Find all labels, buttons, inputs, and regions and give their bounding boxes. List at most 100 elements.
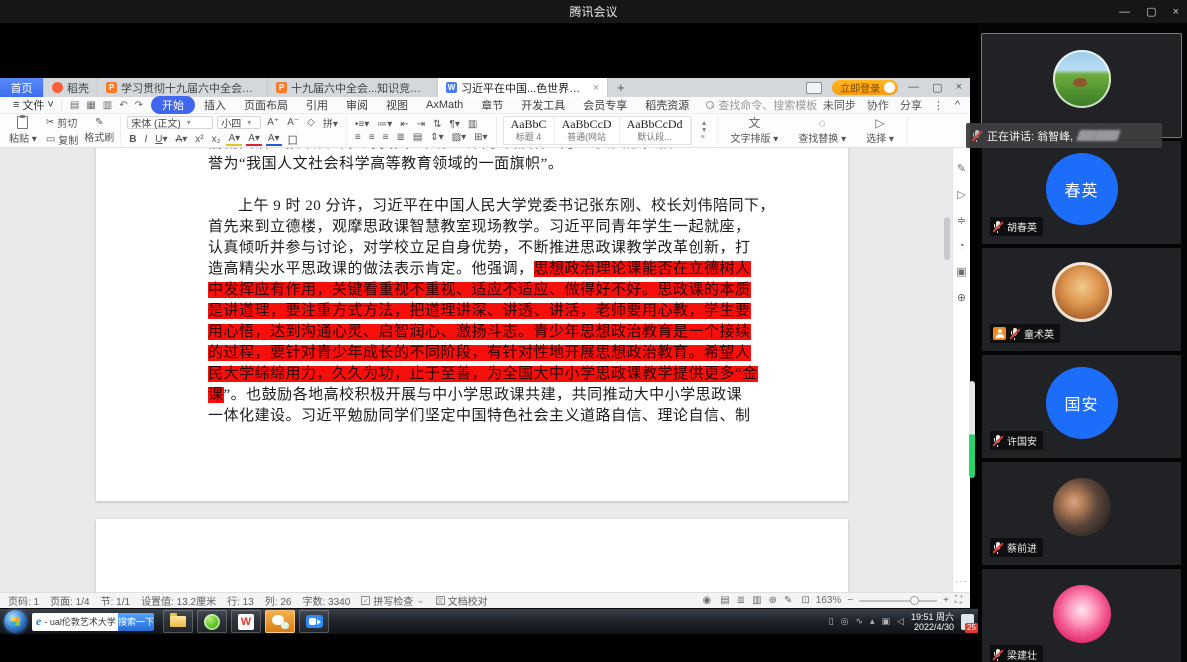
redo-icon[interactable]: ↷ xyxy=(135,100,143,111)
preview-icon[interactable]: ▥ xyxy=(103,100,112,111)
spell-check-button[interactable]: ✓ 拼写检查⌄ xyxy=(361,593,424,608)
ribbon-tab-开发工具[interactable]: 开发工具 xyxy=(512,96,574,114)
browser-360-taskbar-item[interactable] xyxy=(197,610,227,633)
topbar-action[interactable]: 未同步 xyxy=(823,97,856,113)
shading-button[interactable]: ▨▾ xyxy=(450,132,468,143)
status-segment[interactable]: 列: 26 xyxy=(265,593,292,608)
grow-font-button[interactable]: A⁺ xyxy=(265,117,281,128)
new-tab-button[interactable]: + xyxy=(608,78,634,97)
status-segment[interactable]: 页码: 1 xyxy=(8,593,39,608)
document-tab[interactable]: 稻壳 xyxy=(44,78,98,97)
font-name-select[interactable]: 宋体 (正文)▾ xyxy=(127,116,213,129)
select-button[interactable]: ▷选择 ▾ xyxy=(859,117,901,145)
paste-button[interactable]: 粘贴 ▾ xyxy=(6,116,40,145)
format-painter-button[interactable]: ✎ 格式刷 xyxy=(84,117,114,144)
print-icon[interactable]: ▦ xyxy=(86,100,95,111)
zoom-in-button[interactable]: + xyxy=(943,595,949,606)
font-color-button[interactable]: A▾ xyxy=(246,133,262,146)
more-tools-icon[interactable]: ··· xyxy=(956,576,968,586)
proofread-button[interactable]: 文 文档校对 xyxy=(436,593,488,608)
ribbon-tab-AxMath[interactable]: AxMath xyxy=(417,98,472,112)
status-segment[interactable]: 设置值: 13.2厘米 xyxy=(141,593,216,608)
enclose-char-button[interactable]: 囗 xyxy=(286,132,300,147)
web-tool-icon[interactable]: ⊕ xyxy=(957,291,966,304)
fullscreen-icon[interactable]: ⛶ xyxy=(955,595,962,606)
ribbon-tab-视图[interactable]: 视图 xyxy=(377,96,417,114)
superscript-button[interactable]: x² xyxy=(193,134,205,145)
page-view-icon[interactable]: ▤ xyxy=(720,595,729,606)
sort-button[interactable]: ⇅ xyxy=(431,119,443,130)
status-segment[interactable]: 页面: 1/4 xyxy=(50,593,89,608)
history-icon[interactable]: ◔ xyxy=(958,240,965,252)
volume-icon[interactable]: ◁ xyxy=(897,616,904,627)
save-icon[interactable]: ▤ xyxy=(70,100,79,111)
zoom-slider[interactable] xyxy=(859,600,937,602)
document-tab[interactable]: 首页 xyxy=(0,78,44,97)
notification-icon[interactable]: 25 xyxy=(961,614,974,630)
maximize-button[interactable]: ▢ xyxy=(1146,5,1156,18)
ribbon-tab-会员专享[interactable]: 会员专享 xyxy=(574,96,636,114)
distribute-button[interactable]: ▤ xyxy=(411,132,424,143)
document-tab[interactable]: W习近平在中国...色世界一流大× xyxy=(438,78,608,97)
ribbon-tab-引用[interactable]: 引用 xyxy=(297,96,337,114)
participant-tile[interactable]: 蔡前进 xyxy=(982,462,1181,565)
wps-close-button[interactable]: × xyxy=(956,81,962,94)
font-size-select[interactable]: 小四▾ xyxy=(217,116,261,129)
ribbon-tab-开始[interactable]: 开始 xyxy=(151,96,195,114)
copy-button[interactable]: ▭ 复制 xyxy=(46,132,78,147)
explorer-taskbar-item[interactable] xyxy=(163,610,193,633)
ink-view-icon[interactable]: ✎ xyxy=(784,595,792,606)
participant-tile[interactable]: 国安许国安 xyxy=(982,355,1181,458)
ribbon-tab-审阅[interactable]: 审阅 xyxy=(337,96,377,114)
ribbon-tab-插入[interactable]: 插入 xyxy=(195,96,235,114)
adjust-icon[interactable]: ≑ xyxy=(957,214,966,227)
tray-expand-icon[interactable]: ▴ xyxy=(870,616,875,627)
wps-minimize-button[interactable]: — xyxy=(908,81,919,94)
clear-format-button[interactable]: ◇ xyxy=(305,117,317,128)
italic-button[interactable]: I xyxy=(143,134,150,145)
participant-tile[interactable]: 梁建壮 xyxy=(982,569,1181,662)
taskbar-search-input[interactable]: e - ual伦敦艺术大学 xyxy=(32,613,118,631)
battery-icon[interactable]: ▯ xyxy=(829,616,834,627)
status-segment[interactable]: 节: 1/1 xyxy=(101,593,130,608)
zoom-out-button[interactable]: − xyxy=(847,595,853,606)
eye-protect-icon[interactable]: ◉ xyxy=(703,595,712,606)
book-view-icon[interactable]: ▥ xyxy=(752,595,761,606)
shrink-font-button[interactable]: A⁻ xyxy=(285,117,301,128)
login-button[interactable]: 立即登录 xyxy=(832,80,898,95)
meeting-taskbar-item[interactable] xyxy=(299,610,329,633)
style-card[interactable]: AaBbC标题 4 xyxy=(504,117,555,144)
minimize-button[interactable]: — xyxy=(1119,6,1130,18)
document-tab[interactable]: P学习贯彻十九届六中全会精神PPT xyxy=(98,78,268,97)
wechat-taskbar-item[interactable] xyxy=(265,610,295,633)
align-left-button[interactable]: ≡ xyxy=(353,132,363,143)
cut-button[interactable]: ✂ 剪切 xyxy=(46,115,78,130)
select-cursor-icon[interactable]: ▷ xyxy=(957,188,965,201)
style-card[interactable]: AaBbCcD普通(网站 xyxy=(555,117,620,144)
subscript-button[interactable]: x₂ xyxy=(210,134,223,145)
split-view-icon[interactable] xyxy=(806,82,822,94)
web-view-icon[interactable]: ⊕ xyxy=(769,595,777,606)
text-layout-button[interactable]: 文文字排版 ▾ xyxy=(724,117,786,145)
pinyin-button[interactable]: 拼▾ xyxy=(321,115,340,130)
styles-scroll[interactable]: ▲▼≡ xyxy=(698,120,711,141)
ribbon-tab-稻壳资源[interactable]: 稻壳资源 xyxy=(636,96,698,114)
document-page-1[interactable]: 励精图治、接续奋斗，为我国人文社会科学发展作出了重要贡献，被誉为“我国人文社会科… xyxy=(96,148,848,501)
underline-button[interactable]: U▾ xyxy=(153,134,169,145)
align-center-button[interactable]: ≡ xyxy=(367,132,377,143)
file-menu[interactable]: ≡ 文件 ˅ xyxy=(6,97,61,113)
ribbon-tab-页面布局[interactable]: 页面布局 xyxy=(235,96,297,114)
close-button[interactable]: × xyxy=(1173,6,1179,18)
tab-close-icon[interactable]: × xyxy=(593,82,599,94)
collapse-ribbon-icon[interactable]: ^ xyxy=(955,99,960,111)
wps-taskbar-item[interactable]: W xyxy=(231,610,261,633)
help-icon[interactable]: ◎ xyxy=(841,616,849,627)
wps-maximize-button[interactable]: ▢ xyxy=(932,81,942,94)
numbered-list-button[interactable]: ≔▾ xyxy=(375,119,394,130)
command-search[interactable]: 查找命令、搜索模板 xyxy=(706,97,817,113)
document-text[interactable]: 励精图治、接续奋斗，为我国人文社会科学发展作出了重要贡献，被誉为“我国人文社会科… xyxy=(208,148,740,427)
strike-button[interactable]: A▾ xyxy=(174,134,190,145)
document-scrollbar[interactable] xyxy=(944,217,950,260)
border-button[interactable]: ⊞▾ xyxy=(472,132,489,143)
ribbon-tab-章节[interactable]: 章节 xyxy=(472,96,512,114)
